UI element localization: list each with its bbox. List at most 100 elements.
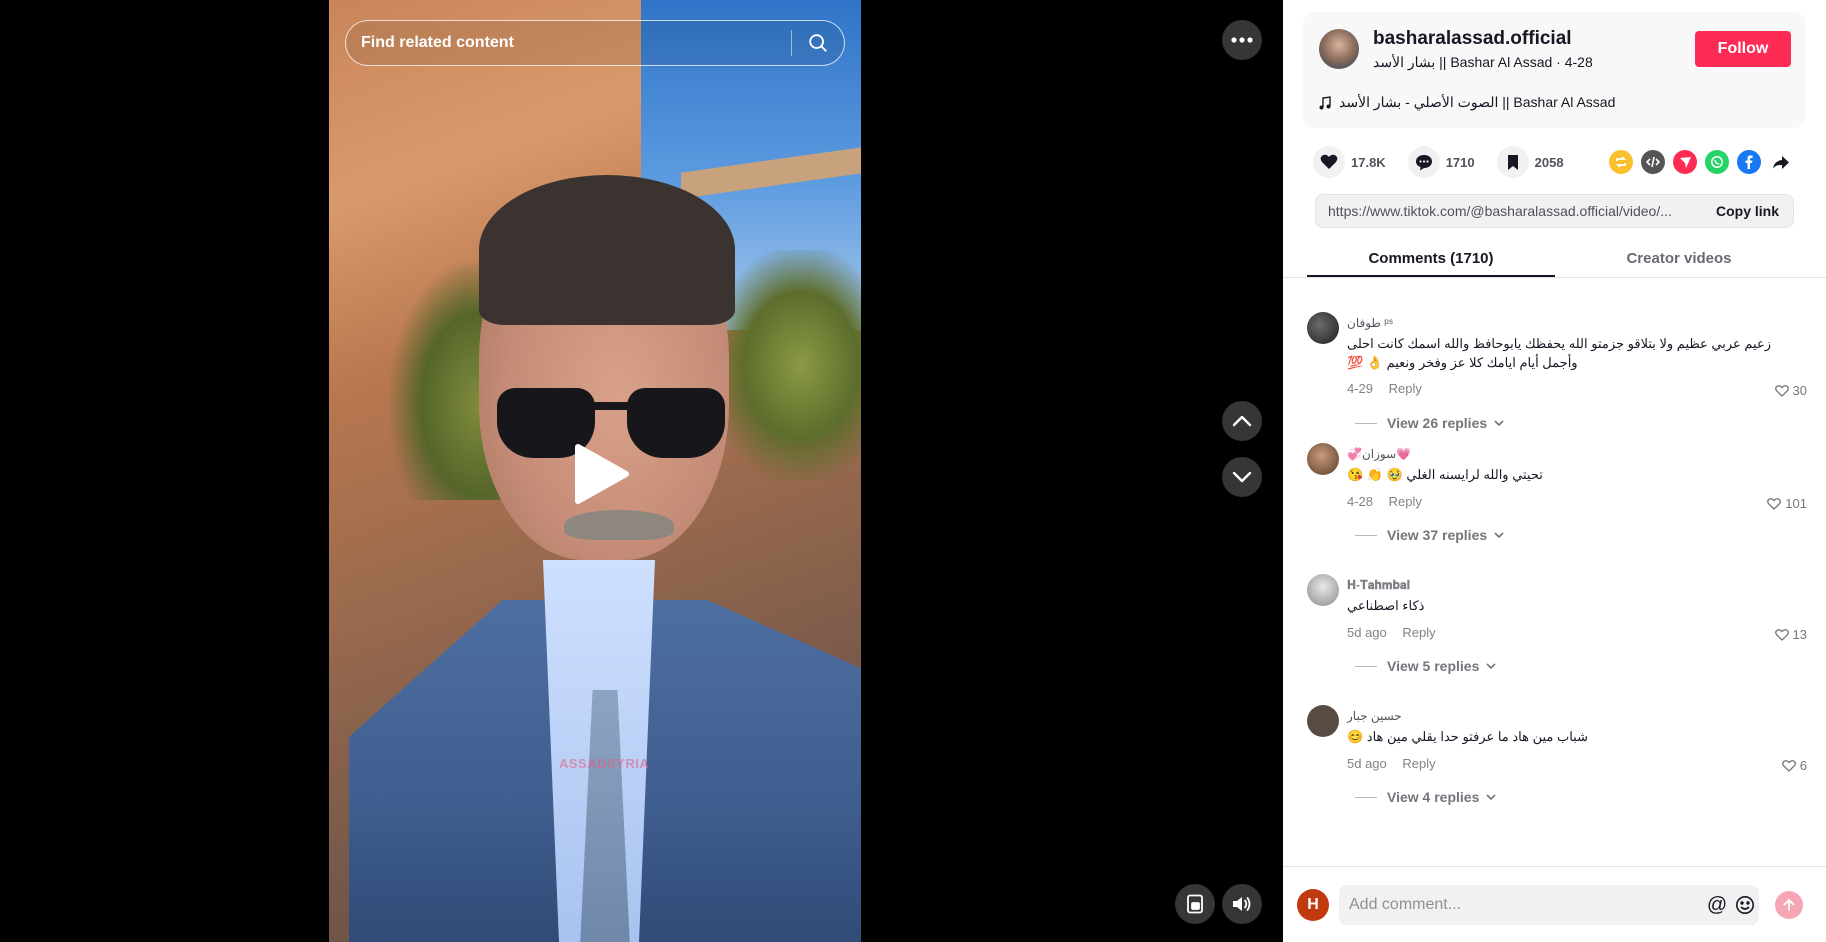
view-replies-label: View 5 replies [1387, 658, 1480, 674]
chevron-down-icon [1486, 663, 1496, 670]
comment-text: تحيتي والله لرايسنه الغلي 🥹 👏 😘 [1347, 465, 1543, 484]
next-video-button[interactable] [1222, 457, 1262, 497]
comment-like-count: 6 [1799, 758, 1807, 773]
comment-text: ذكاء اصطناعي [1347, 596, 1424, 615]
engagement-stats: 17.8K 1710 2058 [1313, 146, 1586, 178]
reply-button[interactable]: Reply [1389, 494, 1422, 509]
view-replies[interactable]: View 26 replies [1355, 415, 1505, 431]
comment-stat[interactable]: 1710 [1407, 146, 1475, 178]
comment-text: شباب مين هاد ما عرفتو حدا يقلي مين هاد 😊 [1347, 727, 1588, 746]
like-stat[interactable]: 17.8K [1313, 146, 1386, 178]
comment-like-count: 30 [1792, 383, 1807, 398]
share-link-url[interactable]: https://www.tiktok.com/@basharalassad.of… [1316, 203, 1702, 219]
creator-subline: بشار الأسد || Bashar Al Assad · 4-28 [1373, 54, 1593, 70]
search-icon [809, 34, 827, 52]
comment-line: ذكاء اصطناعي [1347, 598, 1425, 613]
copy-link-button[interactable]: Copy link [1702, 203, 1793, 219]
heart-outline-icon [1781, 759, 1796, 772]
facebook-icon[interactable] [1737, 150, 1761, 174]
comment-line: شباب مين هاد ما عرفتو حدا يقلي مين هاد 😊 [1347, 729, 1588, 744]
creator-avatar[interactable] [1319, 29, 1359, 69]
send-icon[interactable] [1673, 150, 1697, 174]
comment-like[interactable]: 101 [1767, 496, 1807, 511]
video-moustache [564, 510, 674, 540]
comment-count: 1710 [1445, 154, 1475, 170]
like-count: 17.8K [1351, 154, 1386, 170]
music-note-icon [1319, 95, 1331, 109]
comment-meta: 4-29 Reply [1347, 381, 1422, 396]
search-bar [345, 20, 845, 66]
chevron-up-icon [1232, 415, 1252, 427]
video-hair [479, 175, 735, 325]
comment-like-count: 101 [1785, 496, 1807, 511]
chevron-down-icon [1494, 532, 1504, 539]
comment-like[interactable]: 6 [1781, 758, 1807, 773]
save-stat[interactable]: 2058 [1496, 146, 1564, 178]
creator-username[interactable]: basharalassad.official [1373, 28, 1572, 50]
commenter-avatar[interactable] [1307, 312, 1339, 344]
share-options [1609, 150, 1793, 174]
comment-text: زعيم عربي عظيم ولا بتلاقو جزمتو الله يحف… [1347, 334, 1771, 372]
play-icon[interactable] [570, 443, 630, 505]
emoji-icon[interactable] [1731, 891, 1759, 919]
commenter-avatar[interactable] [1307, 443, 1339, 475]
view-replies[interactable]: View 37 replies [1355, 527, 1505, 543]
search-input[interactable] [346, 21, 791, 65]
commenter-name[interactable]: 𝐇-𝐓𝐚𝐡𝐦𝐛𝐚𝐥 [1347, 578, 1410, 593]
comment-list: طوفان ᵖˢ زعيم عربي عظيم ولا بتلاقو جزمتو… [1307, 300, 1807, 862]
reply-button[interactable]: Reply [1402, 756, 1435, 771]
embed-icon[interactable] [1641, 150, 1665, 174]
volume-button[interactable] [1222, 884, 1262, 924]
tab-comments[interactable]: Comments (1710) [1307, 240, 1555, 277]
repost-icon[interactable] [1609, 150, 1633, 174]
follow-button[interactable]: Follow [1695, 31, 1791, 67]
comment-input[interactable] [1339, 896, 1703, 914]
comment-item: طوفان ᵖˢ زعيم عربي عظيم ولا بتلاقو جزمتو… [1307, 300, 1807, 431]
mention-icon[interactable]: @ [1703, 891, 1731, 919]
creator-card: basharalassad.official بشار الأسد || Bas… [1303, 12, 1806, 128]
save-count: 2058 [1534, 154, 1564, 170]
reply-button[interactable]: Reply [1389, 381, 1422, 396]
user-avatar[interactable]: H [1297, 889, 1329, 921]
reply-button[interactable]: Reply [1402, 625, 1435, 640]
comment-meta: 5d ago Reply [1347, 625, 1436, 640]
comment-date: 5d ago [1347, 625, 1387, 640]
music-title: الصوت الأصلي - بشار الأسد || Bashar Al A… [1339, 94, 1616, 110]
commenter-name[interactable]: حسين جبار [1347, 709, 1402, 723]
comment-line: تحيتي والله لرايسنه الغلي 🥹 👏 😘 [1347, 467, 1543, 482]
post-comment-button[interactable] [1775, 891, 1803, 919]
music-info[interactable]: الصوت الأصلي - بشار الأسد || Bashar Al A… [1319, 94, 1615, 111]
commenter-name[interactable]: 💞سوزان💗 [1347, 447, 1411, 461]
arrow-up-icon [1783, 899, 1795, 911]
heart-icon [1313, 146, 1345, 178]
whatsapp-icon[interactable] [1705, 150, 1729, 174]
comment-item: 𝐇-𝐓𝐚𝐡𝐦𝐛𝐚𝐥 ذكاء اصطناعي 5d ago Reply 13 V… [1307, 562, 1807, 693]
share-link-box: https://www.tiktok.com/@basharalassad.of… [1315, 194, 1794, 228]
tab-creator-videos[interactable]: Creator videos [1555, 240, 1803, 277]
video-stage: ASSADSYRIA [0, 0, 1283, 942]
floating-player-button[interactable] [1175, 884, 1215, 924]
heart-outline-icon [1774, 384, 1789, 397]
comment-item: حسين جبار شباب مين هاد ما عرفتو حدا يقلي… [1307, 693, 1807, 824]
search-button[interactable] [792, 21, 844, 65]
view-replies-label: View 26 replies [1387, 415, 1488, 431]
more-dots-icon [1231, 37, 1253, 43]
previous-video-button[interactable] [1222, 401, 1262, 441]
comment-meta: 5d ago Reply [1347, 756, 1436, 771]
comment-like[interactable]: 30 [1774, 383, 1807, 398]
comment-line: زعيم عربي عظيم ولا بتلاقو جزمتو الله يحف… [1347, 336, 1771, 351]
commenter-name[interactable]: طوفان ᵖˢ [1347, 316, 1393, 330]
heart-outline-icon [1774, 628, 1789, 641]
panel-tabs: Comments (1710) Creator videos [1283, 240, 1826, 278]
view-replies[interactable]: View 5 replies [1355, 658, 1497, 674]
bookmark-icon [1496, 146, 1529, 178]
picture-in-picture-icon [1187, 894, 1203, 914]
view-replies[interactable]: View 4 replies [1355, 789, 1497, 805]
comment-like[interactable]: 13 [1774, 627, 1807, 642]
more-options-button[interactable] [1222, 20, 1262, 60]
comment-composer: H @ [1283, 866, 1826, 942]
share-arrow-icon[interactable] [1769, 150, 1793, 174]
commenter-avatar[interactable] [1307, 574, 1339, 606]
comment-date: 5d ago [1347, 756, 1387, 771]
commenter-avatar[interactable] [1307, 705, 1339, 737]
